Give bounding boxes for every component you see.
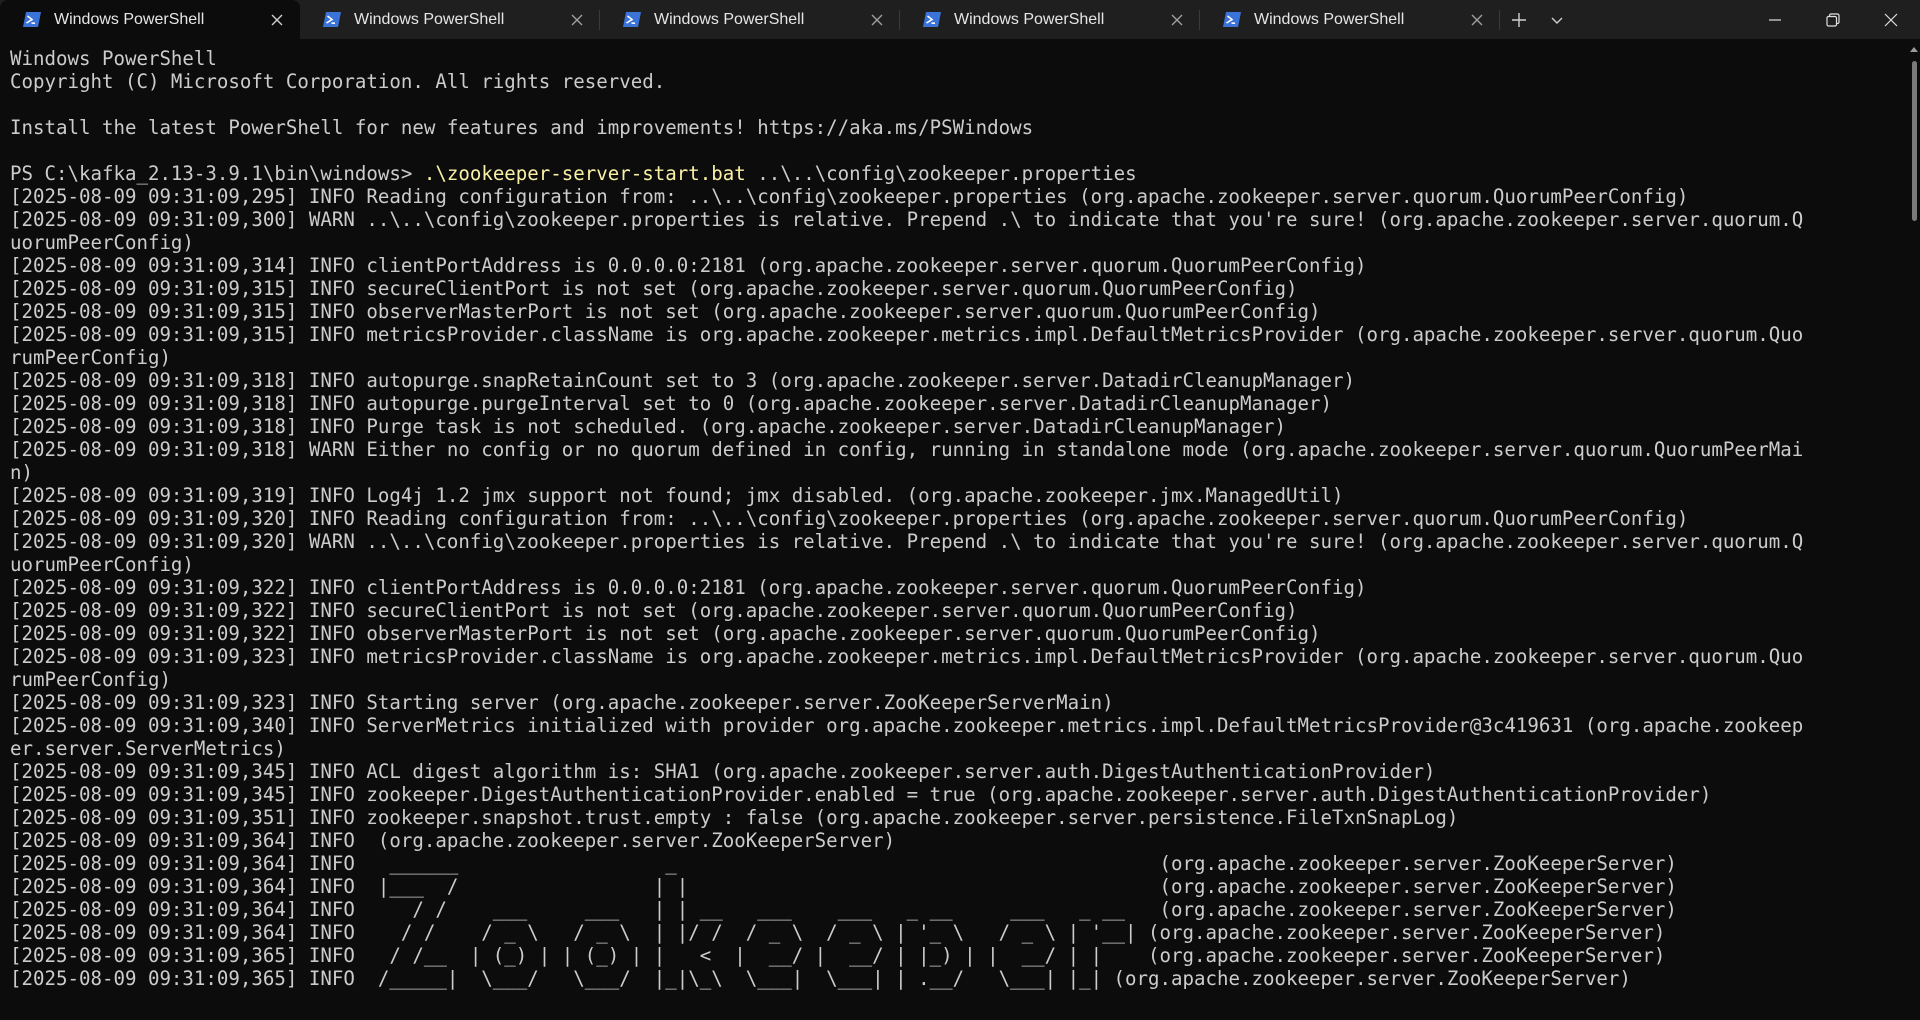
minimize-icon — [1769, 18, 1781, 21]
output-line: [2025-08-09 09:31:09,300] WARN ..\..\con… — [10, 208, 1804, 231]
prompt-line: PS C:\kafka_2.13-3.9.1\bin\windows> .\zo… — [10, 162, 1890, 185]
output-line: [2025-08-09 09:31:09,295] INFO Reading c… — [10, 185, 1689, 208]
output-line: [2025-08-09 09:31:09,364] INFO |___ / | … — [10, 875, 1677, 898]
terminal-output[interactable]: Windows PowerShell Copyright (C) Microsof… — [10, 47, 1890, 1013]
command: .\zookeeper-server-start.bat — [423, 162, 746, 185]
command-args: ..\..\config\zookeeper.properties — [745, 162, 1137, 185]
close-window-button[interactable] — [1862, 0, 1920, 39]
plus-icon — [1512, 12, 1526, 27]
powershell-icon — [23, 12, 41, 27]
scrollbar[interactable] — [1908, 39, 1920, 1020]
powershell-icon — [323, 12, 341, 27]
output-line: [2025-08-09 09:31:09,315] INFO metricsPr… — [10, 323, 1804, 346]
prompt: PS C:\kafka_2.13-3.9.1\bin\windows> — [10, 162, 424, 185]
scrollbar-thumb[interactable] — [1912, 61, 1917, 221]
output-line: [2025-08-09 09:31:09,351] INFO zookeeper… — [10, 806, 1459, 829]
output-line: [2025-08-09 09:31:09,318] INFO autopurge… — [10, 369, 1355, 392]
output-line: Copyright (C) Microsoft Corporation. All… — [10, 70, 666, 93]
output-line: [2025-08-09 09:31:09,319] INFO Log4j 1.2… — [10, 484, 1344, 507]
tab-label: Windows PowerShell — [354, 10, 505, 28]
output-line: [2025-08-09 09:31:09,323] INFO Starting … — [10, 691, 1114, 714]
tab-5[interactable]: Windows PowerShell — [1200, 0, 1500, 39]
output-line: [2025-08-09 09:31:09,320] INFO Reading c… — [10, 507, 1689, 530]
output-line: Windows PowerShell — [10, 47, 217, 70]
scroll-up-arrow-icon[interactable] — [1910, 47, 1918, 52]
tab-label: Windows PowerShell — [1254, 10, 1405, 28]
restore-icon — [1826, 12, 1840, 27]
output-line: Install the latest PowerShell for new fe… — [10, 116, 1034, 139]
output-line: [2025-08-09 09:31:09,320] WARN ..\..\con… — [10, 530, 1804, 553]
output-line: [2025-08-09 09:31:09,365] INFO /_____| \… — [10, 967, 1631, 990]
tab-2[interactable]: Windows PowerShell — [300, 0, 600, 39]
close-tab-icon[interactable] — [1170, 13, 1184, 27]
close-tab-icon[interactable] — [1470, 13, 1484, 27]
output-line: [2025-08-09 09:31:09,318] INFO Purge tas… — [10, 415, 1286, 438]
new-tab-button[interactable] — [1500, 0, 1538, 39]
tab-strip: Windows PowerShell Windows PowerShell Wi… — [0, 0, 1500, 39]
output-line: uorumPeerConfig) — [10, 231, 194, 254]
powershell-icon — [923, 12, 941, 27]
output-line: [2025-08-09 09:31:09,364] INFO / / / _ \… — [10, 921, 1666, 944]
close-tab-icon[interactable] — [270, 13, 284, 27]
output-line: [2025-08-09 09:31:09,314] INFO clientPor… — [10, 254, 1367, 277]
output-line: [2025-08-09 09:31:09,318] INFO autopurge… — [10, 392, 1332, 415]
output-line: [2025-08-09 09:31:09,345] INFO zookeeper… — [10, 783, 1712, 806]
tab-3[interactable]: Windows PowerShell — [600, 0, 900, 39]
output-line: [2025-08-09 09:31:09,315] INFO observerM… — [10, 300, 1321, 323]
output-line: n) — [10, 461, 33, 484]
title-bar: Windows PowerShell Windows PowerShell Wi… — [0, 0, 1920, 39]
output-line: [2025-08-09 09:31:09,340] INFO ServerMet… — [10, 714, 1804, 737]
minimize-button[interactable] — [1746, 0, 1804, 39]
output-line: rumPeerConfig) — [10, 668, 171, 691]
tab-separator — [1499, 10, 1500, 30]
output-line: [2025-08-09 09:31:09,364] INFO (org.apac… — [10, 829, 896, 852]
output-line: rumPeerConfig) — [10, 346, 171, 369]
restore-button[interactable] — [1804, 0, 1862, 39]
output-line: [2025-08-09 09:31:09,364] INFO ______ _ … — [10, 852, 1677, 875]
tab-1[interactable]: Windows PowerShell — [0, 0, 300, 39]
drag-region[interactable] — [1576, 0, 1746, 39]
output-line: [2025-08-09 09:31:09,322] INFO observerM… — [10, 622, 1321, 645]
output-line: [2025-08-09 09:31:09,364] INFO / / ___ _… — [10, 898, 1677, 921]
powershell-icon — [1223, 12, 1241, 27]
output-line: [2025-08-09 09:31:09,345] INFO ACL diges… — [10, 760, 1436, 783]
tab-4[interactable]: Windows PowerShell — [900, 0, 1200, 39]
output-line: er.server.ServerMetrics) — [10, 737, 286, 760]
close-tab-icon[interactable] — [570, 13, 584, 27]
output-line: [2025-08-09 09:31:09,318] WARN Either no… — [10, 438, 1804, 461]
output-line: [2025-08-09 09:31:09,322] INFO clientPor… — [10, 576, 1367, 599]
output-line: uorumPeerConfig) — [10, 553, 194, 576]
tab-label: Windows PowerShell — [54, 10, 205, 28]
output-line: [2025-08-09 09:31:09,315] INFO secureCli… — [10, 277, 1298, 300]
tab-label: Windows PowerShell — [954, 10, 1105, 28]
powershell-icon — [623, 12, 641, 27]
close-tab-icon[interactable] — [870, 13, 884, 27]
chevron-down-icon — [1551, 17, 1563, 24]
output-line: [2025-08-09 09:31:09,323] INFO metricsPr… — [10, 645, 1804, 668]
tab-label: Windows PowerShell — [654, 10, 805, 28]
tab-dropdown-button[interactable] — [1538, 0, 1576, 39]
close-icon — [1884, 13, 1898, 26]
output-line: [2025-08-09 09:31:09,322] INFO secureCli… — [10, 599, 1298, 622]
output-line: [2025-08-09 09:31:09,365] INFO / /__ | (… — [10, 944, 1666, 967]
